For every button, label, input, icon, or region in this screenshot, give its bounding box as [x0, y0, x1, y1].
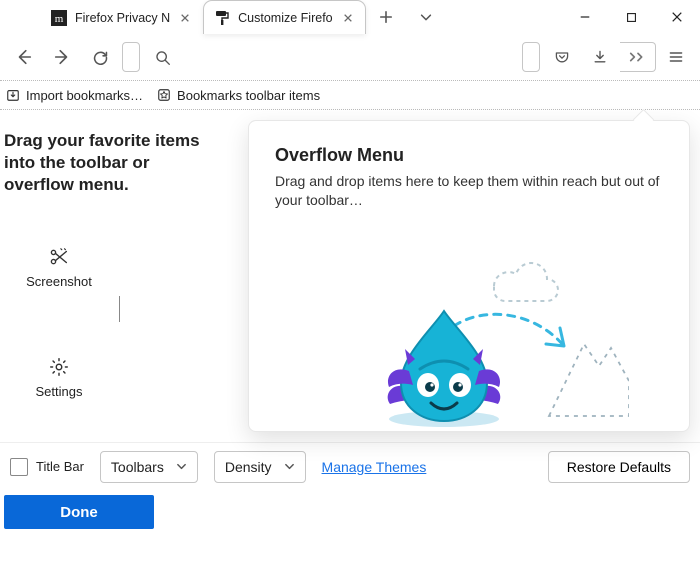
overflow-menu-panel[interactable]: Overflow Menu Drag and drop items here t…: [248, 120, 690, 432]
overflow-menu-button[interactable]: [620, 42, 656, 72]
tab-firefox-privacy[interactable]: m Firefox Privacy N: [40, 0, 203, 34]
bookmarks-toolbar-items-label: Bookmarks toolbar items: [177, 88, 320, 103]
density-dropdown[interactable]: Density: [214, 451, 306, 483]
all-tabs-button[interactable]: [406, 0, 446, 34]
bookmarks-toolbar-items[interactable]: Bookmarks toolbar items: [157, 88, 320, 103]
window-minimize-button[interactable]: [562, 0, 608, 34]
chevron-down-icon: [284, 461, 295, 472]
overflow-description: Drag and drop items here to keep them wi…: [275, 172, 663, 210]
gear-icon: [48, 356, 70, 378]
forward-button[interactable]: [44, 39, 80, 75]
palette-item-label: Screenshot: [26, 274, 92, 289]
reload-button[interactable]: [82, 39, 118, 75]
toolbars-dropdown[interactable]: Toolbars: [100, 451, 198, 483]
search-icon[interactable]: [144, 39, 180, 75]
manage-themes-link[interactable]: Manage Themes: [322, 459, 427, 475]
pocket-button[interactable]: [544, 39, 580, 75]
palette-item-label: Settings: [36, 384, 83, 399]
customize-instruction: Drag your favorite items into the toolba…: [4, 130, 224, 196]
scissors-icon: [48, 246, 70, 268]
manage-themes-label: Manage Themes: [322, 459, 427, 475]
svg-text:m: m: [55, 13, 64, 25]
paint-roller-icon: [214, 10, 230, 26]
bookmarks-toolbar: Import bookmarks… Bookmarks toolbar item…: [0, 80, 700, 110]
done-button[interactable]: Done: [4, 495, 154, 529]
tab-customize[interactable]: Customize Firefo: [203, 0, 365, 34]
restore-defaults-button[interactable]: Restore Defaults: [548, 451, 690, 483]
done-label: Done: [60, 504, 98, 521]
back-button[interactable]: [6, 39, 42, 75]
new-tab-button[interactable]: [366, 0, 406, 34]
palette-item-settings[interactable]: Settings: [4, 352, 114, 403]
tab-strip: m Firefox Privacy N Customize Firefo: [0, 0, 700, 34]
titlebar-label: Title Bar: [36, 459, 84, 474]
toolbars-label: Toolbars: [111, 459, 164, 475]
overflow-illustration: [275, 210, 663, 431]
favicon-mozilla: m: [51, 10, 67, 26]
toolbar-palette: Screenshot: [4, 242, 224, 326]
import-bookmarks-label: Import bookmarks…: [26, 88, 143, 103]
titlebar-checkbox-input[interactable]: [10, 458, 28, 476]
navigation-toolbar: [0, 34, 700, 80]
chevron-down-icon: [176, 461, 187, 472]
drag-space-slot[interactable]: [522, 42, 540, 72]
titlebar-checkbox[interactable]: Title Bar: [10, 458, 84, 476]
restore-defaults-label: Restore Defaults: [567, 459, 671, 475]
drag-space-slot[interactable]: [122, 42, 140, 72]
tab-label: Firefox Privacy N: [75, 11, 170, 25]
palette-separator[interactable]: [114, 242, 124, 326]
import-bookmarks-button[interactable]: Import bookmarks…: [6, 88, 143, 103]
separator-icon: [119, 296, 120, 322]
density-label: Density: [225, 459, 272, 475]
window-maximize-button[interactable]: [608, 0, 654, 34]
customize-main: Drag your favorite items into the toolba…: [0, 110, 700, 442]
customize-footer-done: Done: [0, 490, 700, 534]
window-close-button[interactable]: [654, 0, 700, 34]
close-icon[interactable]: [178, 11, 192, 25]
customize-footer: Title Bar Toolbars Density Manage Themes…: [0, 442, 700, 490]
app-menu-button[interactable]: [658, 39, 694, 75]
palette-item-screenshot[interactable]: Screenshot: [4, 242, 114, 326]
close-icon[interactable]: [341, 11, 355, 25]
downloads-button[interactable]: [582, 39, 618, 75]
tab-label: Customize Firefo: [238, 11, 332, 25]
overflow-title: Overflow Menu: [275, 145, 663, 166]
